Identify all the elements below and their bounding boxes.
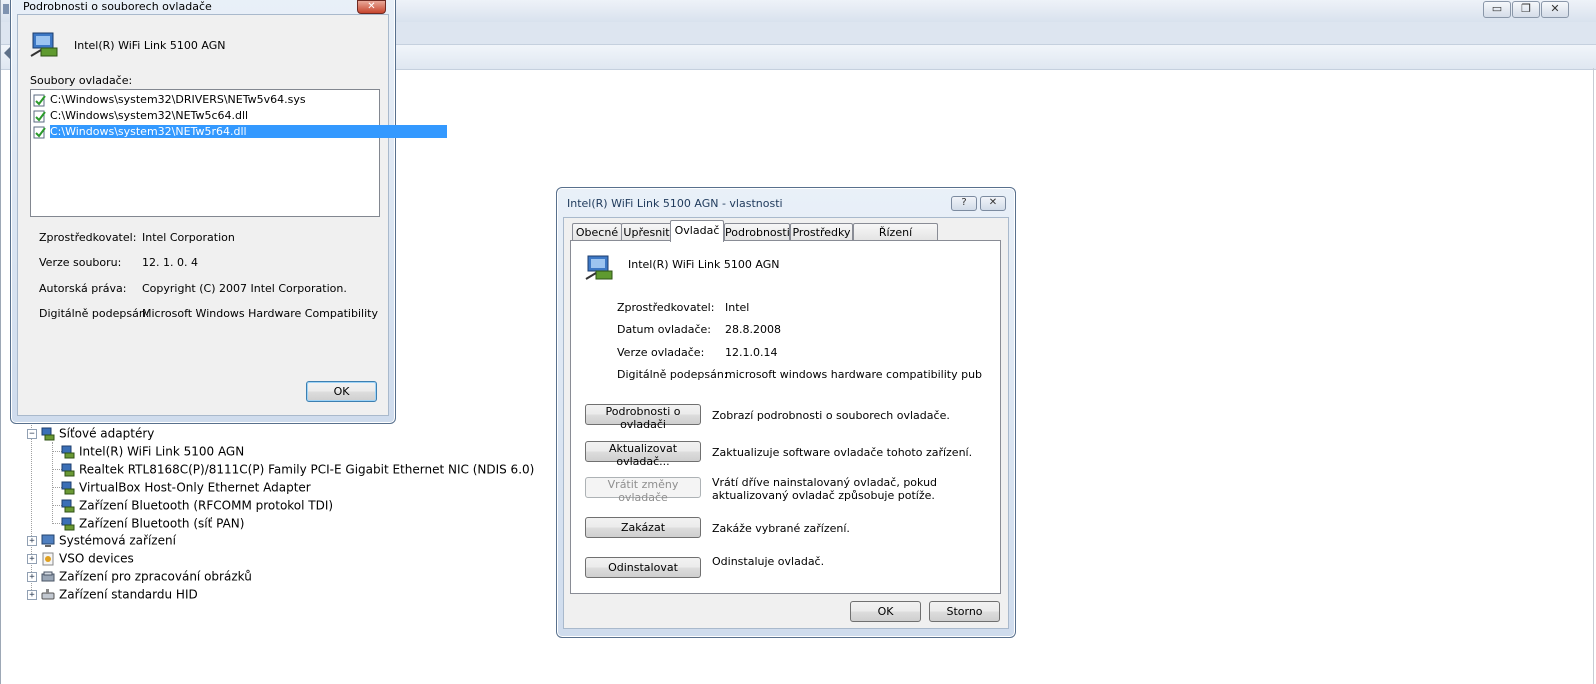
tree-node-network-adapters[interactable]: Síťové adaptéry <box>41 424 154 442</box>
properties-cancel-button[interactable]: Storno <box>929 601 1000 622</box>
driver-details-description: Zobrazí podrobnosti o souborech ovladače… <box>712 409 950 422</box>
driver-files-label: Soubory ovladače: <box>30 74 133 87</box>
driver-file-item-selected[interactable]: C:\Windows\system32\NETw5r64.dll <box>33 124 447 140</box>
driver-files-listbox[interactable]: C:\Windows\system32\DRIVERS\NETw5v64.sys… <box>30 89 447 217</box>
minimize-button[interactable]: ▭ <box>1483 1 1511 18</box>
driver-provider-label: Zprostředkovatel: <box>617 301 715 314</box>
driver-files-dialog-title: Podrobnosti o souborech ovladače <box>23 0 212 13</box>
tab-driver[interactable]: Ovladač <box>670 220 724 242</box>
tree-item-label: VirtualBox Host-Only Ethernet Adapter <box>79 480 311 495</box>
signed-file-icon <box>33 126 46 139</box>
tree-item-bluetooth-pan[interactable]: Zařízení Bluetooth (síť PAN) <box>61 514 244 532</box>
tree-node-system-devices[interactable]: Systémová zařízení <box>41 531 176 549</box>
tab-power-management[interactable]: Řízení spotřeby <box>853 223 938 256</box>
network-adapter-icon <box>29 30 63 60</box>
app-icon <box>2 2 10 16</box>
hid-device-icon <box>41 588 55 602</box>
file-signer-value: Microsoft Windows Hardware Compatibility <box>142 307 378 320</box>
update-driver-description: Zaktualizuje software ovladače tohoto za… <box>712 446 973 459</box>
tree-node-hid-devices[interactable]: Zařízení standardu HID <box>41 585 198 603</box>
file-copyright-label: Autorská práva: <box>39 282 127 295</box>
tree-item-realtek[interactable]: Realtek RTL8168C(P)/8111C(P) Family PCI-… <box>61 460 534 478</box>
network-adapter-icon <box>584 253 618 283</box>
rollback-driver-description-line2: aktualizovaný ovladač způsobuje potíže. <box>712 489 935 502</box>
driver-signer-value: microsoft windows hardware compatibility… <box>725 368 983 381</box>
signed-file-icon <box>33 94 46 107</box>
driver-file-path: C:\Windows\system32\NETw5c64.dll <box>50 109 249 122</box>
tree-item-label: Zařízení Bluetooth (RFCOMM protokol TDI) <box>79 498 334 513</box>
driver-files-ok-button[interactable]: OK <box>306 381 377 402</box>
scanner-icon <box>41 570 55 584</box>
tree-toggle-network-adapters[interactable]: − <box>27 429 37 439</box>
tree-node-vso-devices[interactable]: VSO devices <box>41 549 134 567</box>
driver-signer-label: Digitálně podepsán: <box>617 368 728 381</box>
uninstall-driver-button[interactable]: Odinstalovat <box>585 557 701 578</box>
file-signer-label: Digitálně podepsán: <box>39 307 150 320</box>
file-provider-value: Intel Corporation <box>142 231 235 244</box>
tree-toggle-imaging-devices[interactable]: + <box>27 572 37 582</box>
signed-file-icon <box>33 110 46 123</box>
driver-details-button[interactable]: Podrobnosti o ovladači <box>585 404 701 431</box>
tree-node-label: VSO devices <box>59 551 134 566</box>
driver-file-item[interactable]: C:\Windows\system32\DRIVERS\NETw5v64.sys <box>33 92 377 108</box>
tree-node-imaging-devices[interactable]: Zařízení pro zpracování obrázků <box>41 567 252 585</box>
tree-item-label: Zařízení Bluetooth (síť PAN) <box>79 516 245 531</box>
tab-details[interactable]: Podrobnosti <box>724 223 790 241</box>
network-adapter-icon <box>61 499 75 513</box>
tree-toggle-vso-devices[interactable]: + <box>27 554 37 564</box>
driver-files-close-button[interactable]: ✕ <box>357 0 386 14</box>
driver-file-path: C:\Windows\system32\DRIVERS\NETw5v64.sys <box>50 93 306 106</box>
driver-provider-value: Intel <box>725 301 750 314</box>
tree-item-label: Intel(R) WiFi Link 5100 AGN <box>79 444 245 459</box>
driver-files-device-name: Intel(R) WiFi Link 5100 AGN <box>74 39 226 52</box>
file-copyright-value: Copyright (C) 2007 Intel Corporation. <box>142 282 347 295</box>
tree-item-virtualbox[interactable]: VirtualBox Host-Only Ethernet Adapter <box>61 478 311 496</box>
maximize-button[interactable]: ❐ <box>1512 1 1540 18</box>
main-right-edge <box>1593 68 1594 684</box>
tree-toggle-system-devices[interactable]: + <box>27 536 37 546</box>
tree-item-bluetooth-rfcomm[interactable]: Zařízení Bluetooth (RFCOMM protokol TDI) <box>61 496 333 514</box>
tree-toggle-hid-devices[interactable]: + <box>27 590 37 600</box>
network-adapter-icon <box>61 445 75 459</box>
vso-device-icon <box>41 552 55 566</box>
help-button[interactable]: ? <box>951 196 977 211</box>
file-version-label: Verze souboru: <box>39 256 122 269</box>
computer-icon <box>41 534 55 548</box>
file-provider-label: Zprostředkovatel: <box>39 231 137 244</box>
tree-item-label: Realtek RTL8168C(P)/8111C(P) Family PCI-… <box>79 462 535 477</box>
network-adapter-icon <box>41 427 55 441</box>
network-adapter-icon <box>61 517 75 531</box>
properties-close-button[interactable]: ✕ <box>980 196 1006 211</box>
rollback-driver-button[interactable]: Vrátit změny ovladače <box>585 477 701 504</box>
driver-date-label: Datum ovladače: <box>617 323 711 336</box>
rollback-driver-description-line1: Vrátí dříve nainstalovaný ovladač, pokud <box>712 476 938 489</box>
driver-version-value: 12.1.0.14 <box>725 346 778 359</box>
update-driver-button[interactable]: Aktualizovat ovladač... <box>585 441 701 468</box>
tree-node-label: Zařízení pro zpracování obrázků <box>59 569 252 584</box>
driver-date-value: 28.8.2008 <box>725 323 781 336</box>
tree-connector <box>31 420 32 596</box>
tree-node-label: Síťové adaptéry <box>59 426 155 441</box>
disable-device-button[interactable]: Zakázat <box>585 517 701 538</box>
disable-device-description: Zakáže vybrané zařízení. <box>712 522 850 535</box>
tree-item-intel-wifi[interactable]: Intel(R) WiFi Link 5100 AGN <box>61 442 244 460</box>
uninstall-driver-description: Odinstaluje ovladač. <box>712 555 825 568</box>
tab-general[interactable]: Obecné <box>572 223 622 241</box>
tree-connector <box>52 442 53 524</box>
tree-node-label: Zařízení standardu HID <box>59 587 198 602</box>
close-main-button[interactable]: ✕ <box>1541 1 1569 18</box>
tab-resources[interactable]: Prostředky <box>790 223 853 241</box>
driver-file-item[interactable]: C:\Windows\system32\NETw5c64.dll <box>33 108 377 124</box>
file-version-value: 12. 1. 0. 4 <box>142 256 198 269</box>
properties-ok-button[interactable]: OK <box>850 601 921 622</box>
driver-file-path: C:\Windows\system32\NETw5r64.dll <box>50 125 447 138</box>
tree-node-label: Systémová zařízení <box>59 533 176 548</box>
network-adapter-icon <box>61 481 75 495</box>
driver-version-label: Verze ovladače: <box>617 346 705 359</box>
network-adapter-icon <box>61 463 75 477</box>
properties-device-name: Intel(R) WiFi Link 5100 AGN <box>628 258 780 271</box>
properties-dialog-title: Intel(R) WiFi Link 5100 AGN - vlastnosti <box>567 197 783 210</box>
tab-advanced[interactable]: Upřesnit <box>621 223 672 241</box>
